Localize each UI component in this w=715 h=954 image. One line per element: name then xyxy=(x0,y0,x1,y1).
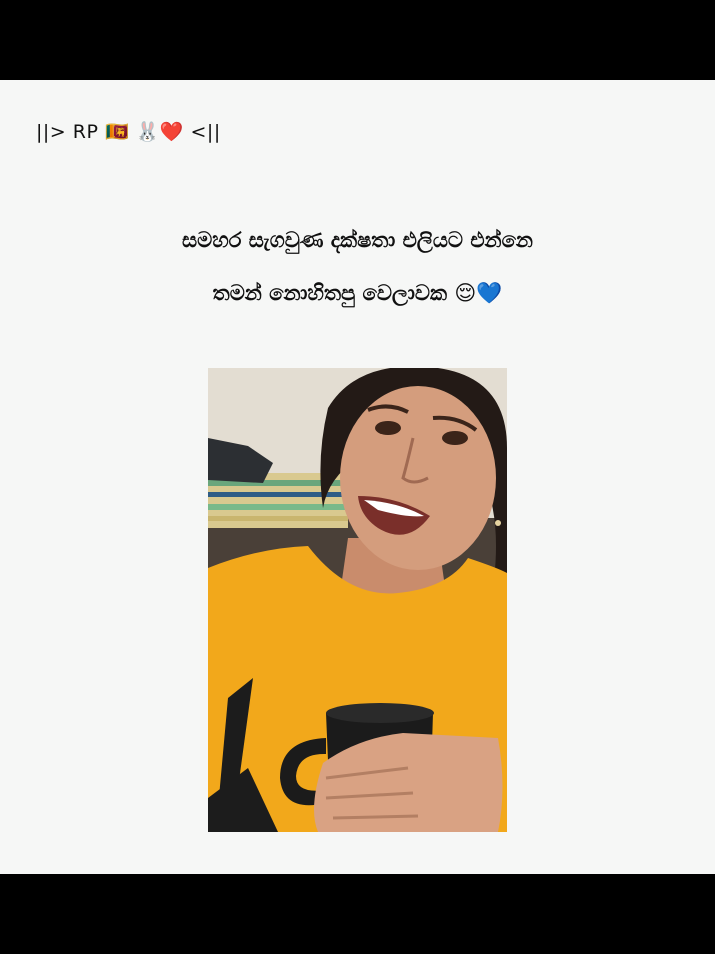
caption-line-2: තමන් නොහිතපු වෙලාවක 😌💙 xyxy=(212,281,503,305)
post-content: ||> RP 🇱🇰 🐰❤️ <|| සමහර සැගවුණ දක්ෂතා එලි… xyxy=(0,80,715,874)
woman-holding-mug-photo-icon xyxy=(208,368,507,832)
caption-line-1: සමහර සැගවුණ දක්ෂතා එලියට එන්නෙ xyxy=(182,228,533,252)
account-handle: ||> RP 🇱🇰 🐰❤️ <|| xyxy=(36,121,221,143)
top-letterbox-bar xyxy=(0,0,715,80)
post-photo[interactable] xyxy=(208,368,507,832)
bottom-letterbox-bar xyxy=(0,874,715,954)
